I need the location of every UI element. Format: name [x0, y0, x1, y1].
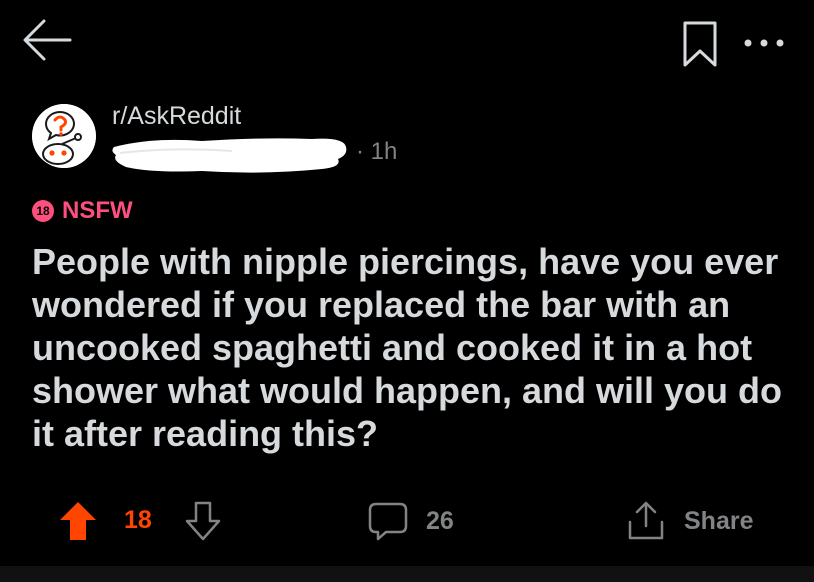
bookmark-icon	[683, 21, 717, 67]
comment-bubble-icon	[368, 502, 408, 541]
more-horizontal-icon	[744, 39, 784, 47]
nsfw-18-badge: 18	[32, 200, 54, 222]
share-upload-icon	[628, 501, 664, 540]
bookmark-button[interactable]	[680, 20, 720, 70]
subreddit-avatar[interactable]	[32, 104, 96, 168]
upvote-arrow-icon	[60, 502, 96, 540]
subreddit-name[interactable]: r/AskReddit	[112, 102, 241, 131]
bottom-divider	[0, 566, 814, 582]
share-button[interactable]: Share	[626, 500, 753, 542]
more-options-button[interactable]	[740, 28, 788, 58]
nsfw-tag: 18 NSFW	[32, 196, 133, 226]
share-label: Share	[684, 506, 754, 535]
downvote-button[interactable]	[184, 500, 222, 542]
post-age: · 1h	[356, 138, 398, 165]
askreddit-snoo-icon	[32, 104, 96, 168]
post-title: People with nipple piercings, have you e…	[32, 241, 783, 454]
arrow-left-icon	[23, 19, 72, 61]
upvote-button[interactable]	[58, 500, 98, 542]
comments-button[interactable]: 26	[368, 500, 454, 542]
back-button[interactable]	[20, 16, 76, 64]
nsfw-label: NSFW	[62, 197, 133, 224]
username-redaction	[112, 133, 348, 175]
vote-count: 18	[124, 506, 152, 534]
downvote-arrow-icon	[185, 501, 221, 541]
comment-count: 26	[426, 506, 454, 535]
